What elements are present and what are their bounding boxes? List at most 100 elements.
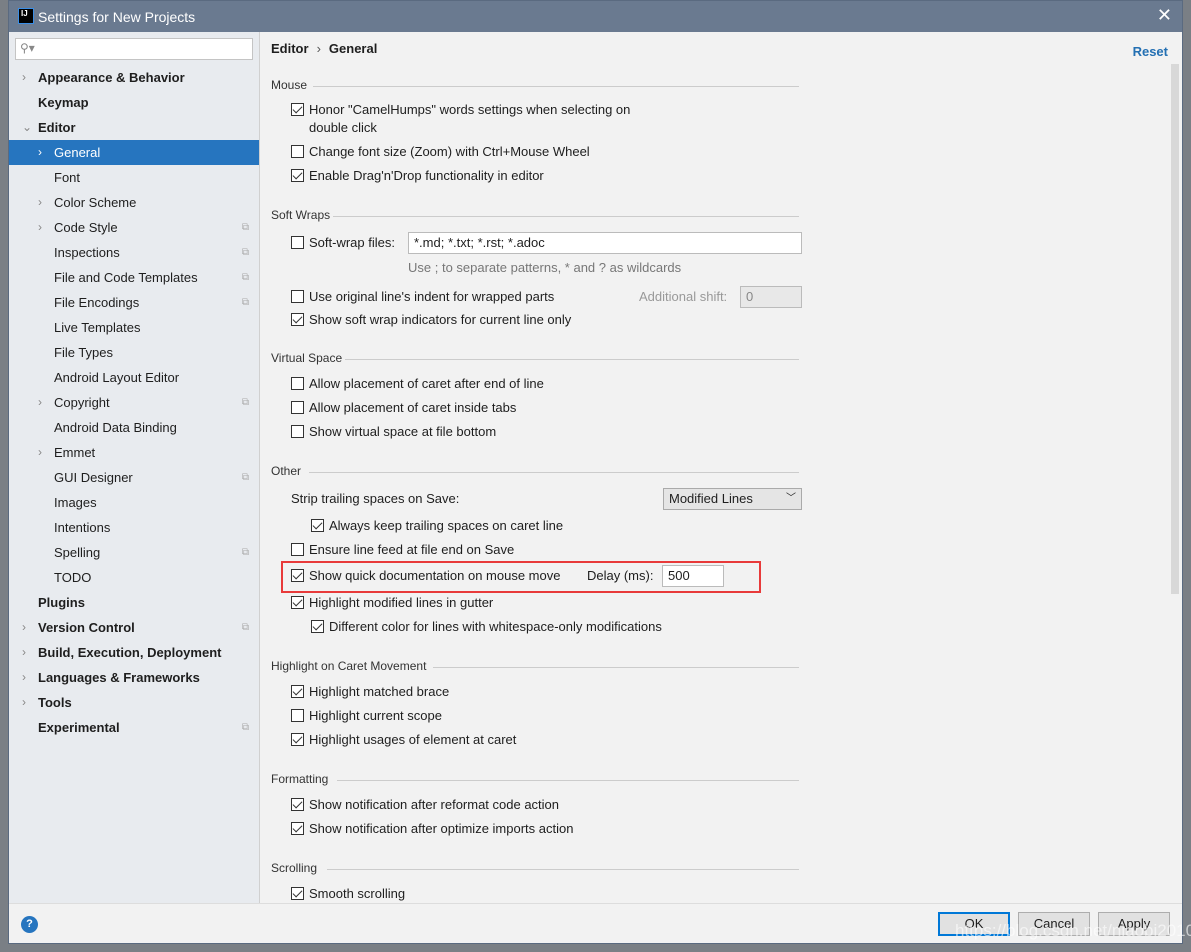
caret-after-eol-checkbox[interactable]: Allow placement of caret after end of li… [291,376,544,391]
checkbox-icon[interactable] [291,685,304,698]
checkbox-icon[interactable] [291,313,304,326]
delay-input[interactable]: 500 [662,565,724,587]
smooth-scrolling-checkbox[interactable]: Smooth scrolling [291,886,405,901]
section-scrolling: Scrolling [271,861,799,875]
reformat-notification-checkbox[interactable]: Show notification after reformat code ac… [291,797,559,812]
checkbox-label: Allow placement of caret inside tabs [309,400,517,415]
sidebar-item-label: Appearance & Behavior [38,70,185,85]
checkbox-icon[interactable] [291,569,304,582]
original-indent-checkbox[interactable]: Use original line's indent for wrapped p… [291,289,554,304]
scrollbar[interactable] [1171,64,1179,594]
sidebar-item-android-data-binding[interactable]: Android Data Binding [9,415,259,440]
sidebar-item-font[interactable]: Font [9,165,259,190]
checkbox-icon[interactable] [291,425,304,438]
reset-link[interactable]: Reset [1133,44,1168,59]
sidebar-item-tools[interactable]: › Tools [9,690,259,715]
sidebar-item-languages-frameworks[interactable]: › Languages & Frameworks [9,665,259,690]
help-icon[interactable]: ? [21,916,38,933]
checkbox-label: Ensure line feed at file end on Save [309,542,515,557]
chevron-right-icon[interactable]: › [22,665,26,690]
sidebar-item-todo[interactable]: TODO [9,565,259,590]
checkbox-icon[interactable] [291,798,304,811]
sidebar-item-build-execution-deployment[interactable]: › Build, Execution, Deployment [9,640,259,665]
checkbox-icon[interactable] [291,377,304,390]
line-feed-checkbox[interactable]: Ensure line feed at file end on Save [291,542,514,557]
sidebar-item-label: Experimental [38,720,120,735]
sidebar-item-label: Font [54,170,81,185]
highlight-modified-checkbox[interactable]: Highlight modified lines in gutter [291,595,493,610]
checkbox-icon[interactable] [291,236,304,249]
sidebar-item-inspections[interactable]: Inspections ⧉ [9,240,259,265]
drag-drop-checkbox[interactable]: Enable Drag'n'Drop functionality in edit… [291,168,544,183]
sidebar-item-android-layout-editor[interactable]: Android Layout Editor [9,365,259,390]
whitespace-color-checkbox[interactable]: Different color for lines with whitespac… [311,619,662,634]
checkbox-icon[interactable] [291,169,304,182]
close-icon[interactable]: ✕ [1157,5,1172,26]
sidebar-item-general[interactable]: › General [9,140,259,165]
chevron-right-icon[interactable]: › [22,615,26,640]
chevron-right-icon[interactable]: › [22,640,26,665]
sidebar-item-experimental[interactable]: Experimental ⧉ [9,715,259,740]
sidebar-item-label: Color Scheme [54,195,137,210]
checkbox-label: Highlight modified lines in gutter [309,595,494,610]
soft-wrap-files-checkbox[interactable]: Soft-wrap files: [291,235,395,250]
wrap-indicators-checkbox[interactable]: Show soft wrap indicators for current li… [291,312,571,327]
settings-dialog: IJ Settings for New Projects ✕ ⚲▾ › Appea… [8,0,1183,944]
sidebar-item-editor[interactable]: ⌄ Editor [9,115,259,140]
checkbox-icon[interactable] [291,822,304,835]
sidebar-item-plugins[interactable]: Plugins [9,590,259,615]
additional-shift-label: Additional shift: [639,289,728,304]
chevron-right-icon[interactable]: › [22,690,26,715]
additional-shift-input: 0 [740,286,802,308]
checkbox-icon[interactable] [291,733,304,746]
sidebar-item-gui-designer[interactable]: GUI Designer ⧉ [9,465,259,490]
chevron-right-icon[interactable]: › [22,65,26,90]
chevron-right-icon[interactable]: › [38,440,42,465]
virtual-space-bottom-checkbox[interactable]: Show virtual space at file bottom [291,424,496,439]
zoom-font-checkbox[interactable]: Change font size (Zoom) with Ctrl+Mouse … [291,144,590,159]
sidebar-item-emmet[interactable]: › Emmet [9,440,259,465]
checkbox-icon[interactable] [291,145,304,158]
chevron-right-icon[interactable]: › [38,215,42,240]
checkbox-icon[interactable] [291,543,304,556]
chevron-right-icon[interactable]: › [38,190,42,215]
optimize-imports-notification-checkbox[interactable]: Show notification after optimize imports… [291,821,573,836]
sidebar-item-file-encodings[interactable]: File Encodings ⧉ [9,290,259,315]
sidebar-item-intentions[interactable]: Intentions [9,515,259,540]
quick-doc-checkbox[interactable]: Show quick documentation on mouse move [291,568,560,583]
checkbox-icon[interactable] [291,709,304,722]
caret-inside-tabs-checkbox[interactable]: Allow placement of caret inside tabs [291,400,516,415]
checkbox-icon[interactable] [291,401,304,414]
sidebar-item-file-and-code-templates[interactable]: File and Code Templates ⧉ [9,265,259,290]
current-scope-checkbox[interactable]: Highlight current scope [291,708,442,723]
sidebar-item-code-style[interactable]: › Code Style ⧉ [9,215,259,240]
checkbox-label: Different color for lines with whitespac… [329,619,662,634]
usages-at-caret-checkbox[interactable]: Highlight usages of element at caret [291,732,516,747]
strip-spaces-select[interactable]: Modified Lines ﹀ [663,488,802,510]
sidebar-item-label: Languages & Frameworks [38,670,200,685]
checkbox-icon[interactable] [311,519,324,532]
checkbox-icon[interactable] [311,620,324,633]
chevron-down-icon[interactable]: ⌄ [22,115,32,140]
chevron-right-icon[interactable]: › [38,390,42,415]
project-settings-icon: ⧉ [241,472,249,483]
camelhumps-checkbox[interactable]: Honor "CamelHumps" words settings when s… [291,102,630,139]
matched-brace-checkbox[interactable]: Highlight matched brace [291,684,449,699]
checkbox-icon[interactable] [291,103,304,116]
sidebar-item-appearance-behavior[interactable]: › Appearance & Behavior [9,65,259,90]
sidebar-item-live-templates[interactable]: Live Templates [9,315,259,340]
search-input[interactable]: ⚲▾ [15,38,253,60]
sidebar-item-spelling[interactable]: Spelling ⧉ [9,540,259,565]
keep-trailing-spaces-checkbox[interactable]: Always keep trailing spaces on caret lin… [311,518,563,533]
soft-wrap-patterns-input[interactable]: *.md; *.txt; *.rst; *.adoc [408,232,802,254]
sidebar-item-copyright[interactable]: › Copyright ⧉ [9,390,259,415]
sidebar-item-file-types[interactable]: File Types [9,340,259,365]
sidebar-item-images[interactable]: Images [9,490,259,515]
checkbox-icon[interactable] [291,596,304,609]
sidebar-item-version-control[interactable]: › Version Control ⧉ [9,615,259,640]
sidebar-item-color-scheme[interactable]: › Color Scheme [9,190,259,215]
checkbox-icon[interactable] [291,290,304,303]
chevron-right-icon[interactable]: › [38,140,42,165]
sidebar-item-keymap[interactable]: Keymap [9,90,259,115]
checkbox-icon[interactable] [291,887,304,900]
